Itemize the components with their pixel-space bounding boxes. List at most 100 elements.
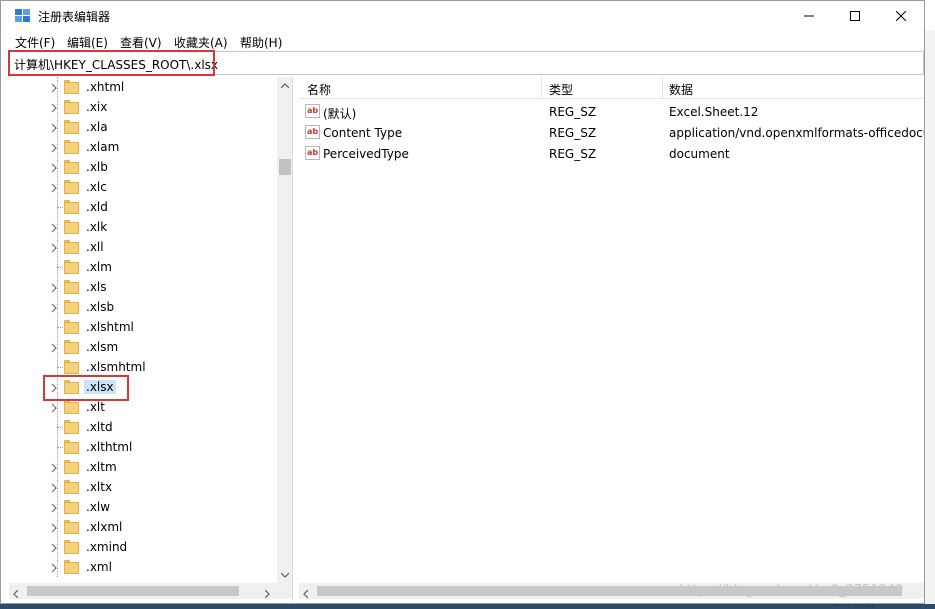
tree-item[interactable]: .xlm (9, 257, 279, 277)
tree-item-label: .xlam (86, 140, 120, 154)
tree-item[interactable]: .xlsm (9, 337, 279, 357)
menu-view[interactable]: 查看(V) (120, 34, 162, 51)
tree-item[interactable]: .xlb (9, 157, 279, 177)
folder-icon (64, 480, 79, 494)
close-button[interactable] (878, 1, 924, 31)
tree-item[interactable]: .xlk (9, 217, 279, 237)
tree-item[interactable]: .xhtml (9, 77, 279, 97)
tree-item-label: .xla (86, 120, 108, 134)
desktop-background-right (925, 30, 935, 609)
column-header-type[interactable]: 类型 (549, 81, 573, 98)
tree-item[interactable]: .xls (9, 277, 279, 297)
key-tree: .xhtml .xix .xla .xlam .xlb .xlc .xld .xlk .xll.… (9, 77, 293, 601)
chevron-right-icon[interactable] (49, 102, 59, 113)
tree-item-label: .xltm (86, 460, 117, 474)
chevron-right-icon[interactable] (49, 142, 59, 153)
folder-icon (64, 160, 79, 174)
folder-icon (64, 80, 79, 94)
scroll-left-icon[interactable] (303, 587, 309, 601)
tree-item[interactable]: .xltm (9, 457, 279, 477)
tree-item[interactable]: .xltd (9, 417, 279, 437)
tree-item-label: .xlshtml (86, 320, 134, 334)
tree-item-label: .xltx (86, 480, 113, 494)
scroll-up-icon[interactable] (277, 77, 292, 93)
tree-item-label: .xls (86, 280, 107, 294)
menu-favorites[interactable]: 收藏夹(A) (174, 34, 228, 51)
address-highlight-box (8, 50, 215, 76)
value-row[interactable]: ab Content Type REG_SZ application/vnd.o… (299, 122, 924, 143)
folder-icon (64, 520, 79, 534)
folder-icon (64, 440, 79, 454)
tree-vertical-scroll-thumb[interactable] (279, 159, 291, 175)
tree-item[interactable]: .xll (9, 237, 279, 257)
maximize-button[interactable] (832, 1, 878, 31)
menu-help[interactable]: 帮助(H) (240, 34, 282, 51)
tree-item[interactable]: .xlthtml (9, 437, 279, 457)
chevron-right-icon[interactable] (49, 282, 59, 293)
tree-item-label: .xlsmhtml (86, 360, 146, 374)
tree-horizontal-scrollbar[interactable] (9, 583, 292, 601)
folder-icon (64, 280, 79, 294)
chevron-right-icon[interactable] (49, 482, 59, 493)
tree-item[interactable]: .xlshtml (9, 317, 279, 337)
tree-item[interactable]: .xlsb (9, 297, 279, 317)
value-data: document (669, 147, 730, 161)
value-row[interactable]: ab (默认) REG_SZ Excel.Sheet.12 (299, 101, 924, 122)
tree-item[interactable]: .xlw (9, 497, 279, 517)
folder-icon (64, 500, 79, 514)
chevron-right-icon[interactable] (49, 562, 59, 573)
scroll-down-icon[interactable] (277, 567, 292, 583)
tree-item[interactable]: .xml (9, 557, 279, 577)
chevron-right-icon[interactable] (49, 502, 59, 513)
tree-item[interactable]: .xlxml (9, 517, 279, 537)
folder-icon (64, 460, 79, 474)
tree-item[interactable]: .xld (9, 197, 279, 217)
tree-item[interactable]: .xlsmhtml (9, 357, 279, 377)
tree-item[interactable]: .xmind (9, 537, 279, 557)
column-header-data[interactable]: 数据 (669, 81, 693, 98)
folder-icon (64, 180, 79, 194)
tree-item[interactable]: .xix (9, 97, 279, 117)
chevron-right-icon[interactable] (49, 182, 59, 193)
value-row[interactable]: ab PerceivedType REG_SZ document (299, 143, 924, 164)
folder-icon (64, 240, 79, 254)
folder-icon (64, 340, 79, 354)
chevron-right-icon[interactable] (49, 222, 59, 233)
folder-icon (64, 120, 79, 134)
chevron-right-icon[interactable] (49, 402, 59, 413)
chevron-right-icon[interactable] (49, 542, 59, 553)
chevron-right-icon[interactable] (49, 342, 59, 353)
menu-edit[interactable]: 编辑(E) (67, 34, 108, 51)
selected-key-highlight-box (43, 375, 129, 401)
tree-vertical-scrollbar[interactable] (277, 77, 292, 583)
folder-icon (64, 100, 79, 114)
chevron-right-icon[interactable] (49, 162, 59, 173)
folder-icon (64, 220, 79, 234)
scroll-left-icon[interactable] (13, 587, 19, 601)
tree-item[interactable]: .xltx (9, 477, 279, 497)
folder-icon (64, 300, 79, 314)
tree-item-label: .xlw (86, 500, 111, 514)
tree-horizontal-scroll-thumb[interactable] (27, 586, 239, 596)
menu-file[interactable]: 文件(F) (15, 34, 55, 51)
tree-item[interactable]: .xlc (9, 177, 279, 197)
scroll-right-icon[interactable] (264, 587, 270, 601)
string-value-icon: ab (305, 146, 320, 160)
title-bar[interactable]: 注册表编辑器 (1, 1, 924, 31)
folder-icon (64, 360, 79, 374)
chevron-right-icon[interactable] (49, 302, 59, 313)
chevron-right-icon[interactable] (49, 462, 59, 473)
chevron-right-icon[interactable] (49, 122, 59, 133)
tree-item[interactable]: .xla (9, 117, 279, 137)
chevron-right-icon[interactable] (49, 522, 59, 533)
tree-item-label: .xlk (86, 220, 108, 234)
chevron-right-icon[interactable] (49, 82, 59, 93)
tree-item-label: .xlsb (86, 300, 115, 314)
close-icon (896, 11, 906, 21)
chevron-right-icon[interactable] (49, 242, 59, 253)
minimize-button[interactable] (786, 1, 832, 31)
column-header-name[interactable]: 名称 (307, 81, 331, 98)
folder-icon (64, 140, 79, 154)
folder-icon (64, 560, 79, 574)
tree-item[interactable]: .xlam (9, 137, 279, 157)
